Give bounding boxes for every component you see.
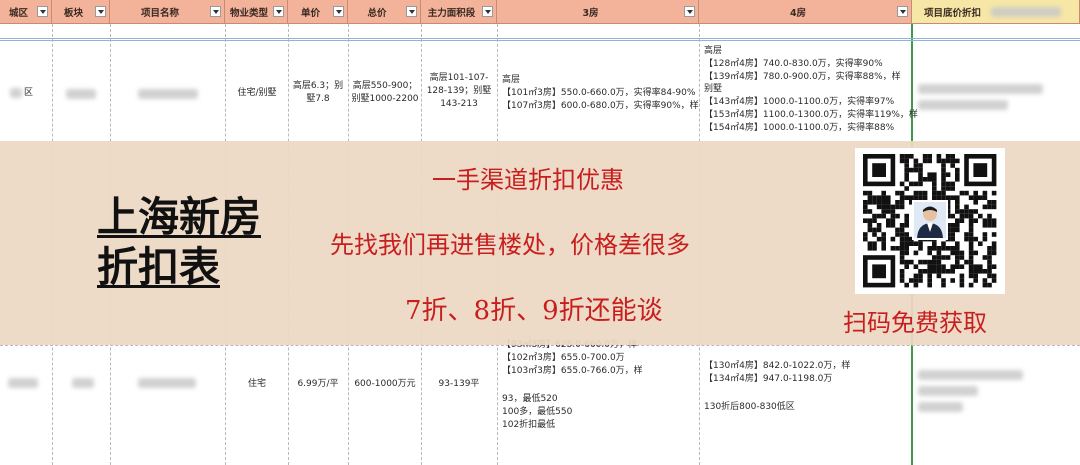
agent-avatar-icon: [912, 200, 948, 240]
list-item: 【154㎡4房】1000.0-1100.0万，实得率88%: [704, 122, 895, 133]
promo-line-discount: 7折、8折、9折还能谈: [405, 296, 663, 326]
property-type-cell: 住宅/别墅: [237, 88, 277, 98]
list-item: 【128㎡4房】740.0-830.0万，实得率90%: [704, 58, 883, 69]
header-label: 物业类型: [229, 7, 268, 19]
list-item: 【139㎡4房】780.0-900.0万，实得率88%，样: [704, 71, 901, 82]
promo-line-compare: 先找我们再进售楼处，价格差很多: [330, 231, 690, 259]
three-room-note: 93，最低520 100多，最低550 102折扣最低: [502, 393, 572, 431]
header-label: 项目名称: [140, 7, 179, 19]
header-label: 主力面积段: [427, 7, 476, 19]
header-label: 项目底价折扣: [924, 7, 982, 19]
list-item: 【101㎡3房】550.0-660.0万，实得率84-90%: [502, 87, 696, 98]
unit-price-cell: 高层6.3；别墅7.8: [292, 81, 344, 104]
list-item: 100多，最低550: [502, 406, 573, 417]
unit-price-cell: 6.99万/平: [297, 379, 339, 389]
header-property-type[interactable]: 物业类型: [225, 0, 288, 24]
list-item: 【134㎡4房】947.0-1198.0万: [704, 373, 833, 384]
header-label: 单价: [300, 7, 320, 19]
header-unit-price[interactable]: 单价: [288, 0, 348, 24]
header-main-area[interactable]: 主力面积段: [421, 0, 497, 24]
three-room-cell: 高层 【101㎡3房】550.0-660.0万，实得率84-90% 【107㎡3…: [502, 74, 699, 112]
list-item: 【130㎡4房】842.0-1022.0万，样: [704, 361, 851, 371]
promo-title-line: 上海新房: [97, 193, 261, 241]
dropdown-arrow-icon[interactable]: [95, 6, 106, 17]
header-project-name[interactable]: 项目名称: [110, 0, 225, 24]
dropdown-arrow-icon[interactable]: [482, 6, 493, 17]
dropdown-arrow-icon[interactable]: [333, 6, 344, 17]
list-item: 【102㎡3房】655.0-700.0万: [502, 352, 625, 363]
header-district[interactable]: 城区: [0, 0, 52, 24]
header-label: 总价: [367, 7, 387, 19]
header-block[interactable]: 板块: [52, 0, 110, 24]
list-item: 高层: [502, 75, 521, 85]
dropdown-arrow-icon[interactable]: [37, 6, 48, 17]
area-cell: 93-139平: [438, 379, 480, 389]
qr-code-icon[interactable]: [855, 148, 1005, 294]
promo-title: 上海新房 折扣表: [97, 192, 302, 292]
header-label: 板块: [63, 7, 83, 19]
dropdown-arrow-icon[interactable]: [406, 6, 417, 17]
header-base-discount[interactable]: 项目底价折扣: [912, 0, 1080, 24]
four-room-cell: 高层 【128㎡4房】740.0-830.0万，实得率90% 【139㎡4房】7…: [704, 45, 918, 135]
dropdown-arrow-icon[interactable]: [273, 6, 284, 17]
promo-line-channel: 一手渠道折扣优惠: [432, 166, 624, 194]
property-type-cell: 住宅: [247, 379, 266, 389]
area-cell: 高层101-107-128-139；别墅143-213: [426, 73, 492, 109]
promo-title-line: 折扣表: [97, 243, 220, 291]
list-item: 【153㎡4房】1100.0-1300.0万，实得率119%，样: [704, 109, 918, 120]
qr-caption: 扫码免费获取: [843, 309, 987, 337]
list-item: 【103㎡3房】655.0-766.0万，样: [502, 365, 643, 376]
four-room-note: 130折后800-830低区: [704, 402, 795, 412]
header-label: 3房: [582, 7, 599, 19]
header-label: 4房: [789, 7, 807, 19]
list-item: 别墅: [704, 84, 723, 95]
list-item: 【107㎡3房】600.0-680.0万，实得率90%，样: [502, 100, 699, 111]
header-total-price[interactable]: 总价: [348, 0, 421, 24]
dropdown-arrow-icon[interactable]: [684, 6, 695, 17]
district-cell: 区: [24, 88, 34, 98]
list-item: 高层: [704, 46, 723, 56]
header-label: 城区: [8, 7, 28, 19]
total-price-cell: 600-1000万元: [354, 379, 416, 389]
list-item: 【143㎡4房】1000.0-1100.0万，实得率97%: [704, 97, 895, 108]
list-item: 102折扣最低: [502, 419, 556, 430]
header-three-room[interactable]: 3房: [497, 0, 699, 24]
header-four-room[interactable]: 4房: [699, 0, 912, 24]
total-price-cell: 高层550-900；别墅1000-2200: [351, 81, 419, 104]
dropdown-arrow-icon[interactable]: [897, 6, 908, 17]
four-room-cell: 【130㎡4房】842.0-1022.0万，样 【134㎡4房】947.0-11…: [704, 360, 850, 386]
list-item: 93，最低520: [502, 394, 558, 404]
dropdown-arrow-icon[interactable]: [210, 6, 221, 17]
